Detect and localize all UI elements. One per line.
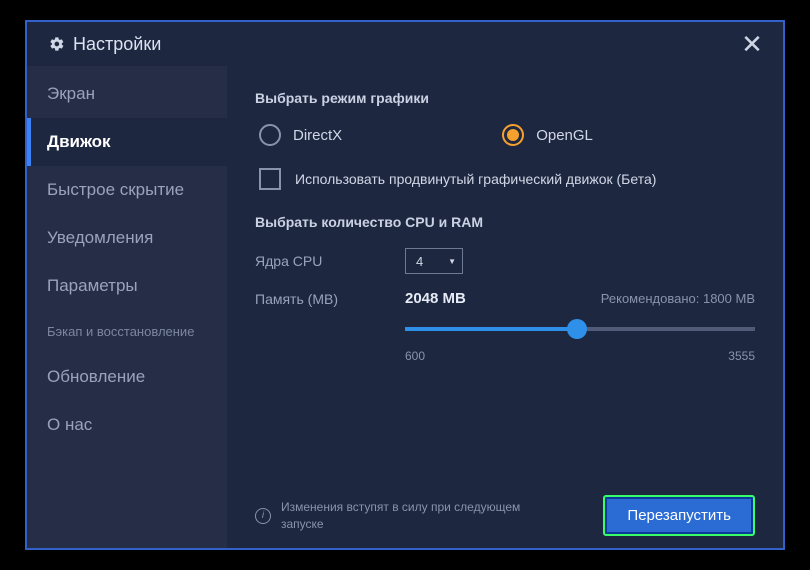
- info-icon: i: [255, 508, 271, 524]
- body: Экран Движок Быстрое скрытие Уведомления…: [27, 66, 783, 548]
- content-pane: Выбрать режим графики DirectX OpenGL Исп…: [227, 66, 783, 548]
- cpu-select[interactable]: 4 ▼: [405, 248, 463, 274]
- footer: i Изменения вступят в силу при следующем…: [255, 483, 755, 536]
- chevron-down-icon: ▼: [448, 257, 456, 266]
- slider-labels: 600 3555: [405, 349, 755, 363]
- radio-circle-icon: [259, 124, 281, 146]
- graphics-mode-title: Выбрать режим графики: [255, 90, 755, 106]
- radio-circle-icon: [502, 124, 524, 146]
- sidebar-item-screen[interactable]: Экран: [27, 70, 227, 118]
- slider-min-label: 600: [405, 349, 425, 363]
- graphics-mode-radios: DirectX OpenGL: [255, 124, 755, 146]
- sidebar-item-update[interactable]: Обновление: [27, 353, 227, 401]
- radio-directx-label: DirectX: [293, 127, 342, 144]
- memory-slider-wrap: 600 3555: [405, 327, 755, 363]
- titlebar: Настройки ✕: [27, 22, 783, 66]
- memory-slider[interactable]: [405, 327, 755, 331]
- memory-label: Память (MB): [255, 291, 405, 307]
- radio-opengl[interactable]: OpenGL: [502, 124, 593, 146]
- memory-value: 2048 MB: [405, 290, 466, 307]
- restart-button[interactable]: Перезапустить: [603, 495, 755, 536]
- radio-directx[interactable]: DirectX: [259, 124, 342, 146]
- slider-fill: [405, 327, 577, 331]
- sidebar-item-engine[interactable]: Движок: [27, 118, 227, 166]
- memory-row: Память (MB) 2048 MB Рекомендовано: 1800 …: [255, 290, 755, 307]
- advanced-engine-checkbox[interactable]: Использовать продвинутый графический дви…: [255, 168, 755, 190]
- slider-max-label: 3555: [728, 349, 755, 363]
- sidebar-item-about[interactable]: О нас: [27, 401, 227, 449]
- sidebar-item-bosshide[interactable]: Быстрое скрытие: [27, 166, 227, 214]
- radio-opengl-label: OpenGL: [536, 127, 593, 144]
- cpu-label: Ядра CPU: [255, 253, 405, 269]
- sidebar-item-notifications[interactable]: Уведомления: [27, 214, 227, 262]
- close-icon[interactable]: ✕: [735, 27, 769, 61]
- cpu-ram-title: Выбрать количество CPU и RAM: [255, 214, 755, 230]
- sidebar: Экран Движок Быстрое скрытие Уведомления…: [27, 66, 227, 548]
- memory-recommended: Рекомендовано: 1800 MB: [601, 291, 755, 306]
- window-title: Настройки: [73, 34, 161, 55]
- cpu-select-value: 4: [416, 254, 423, 269]
- checkbox-box-icon: [259, 168, 281, 190]
- sidebar-item-backup[interactable]: Бэкап и восстановление: [27, 310, 227, 353]
- slider-thumb[interactable]: [567, 319, 587, 339]
- gear-icon: [49, 36, 65, 52]
- settings-window: Настройки ✕ Экран Движок Быстрое скрытие…: [25, 20, 785, 550]
- sidebar-item-parameters[interactable]: Параметры: [27, 262, 227, 310]
- cpu-row: Ядра CPU 4 ▼: [255, 248, 755, 274]
- footer-note: Изменения вступят в силу при следующем з…: [281, 499, 561, 533]
- advanced-engine-label: Использовать продвинутый графический дви…: [295, 171, 656, 187]
